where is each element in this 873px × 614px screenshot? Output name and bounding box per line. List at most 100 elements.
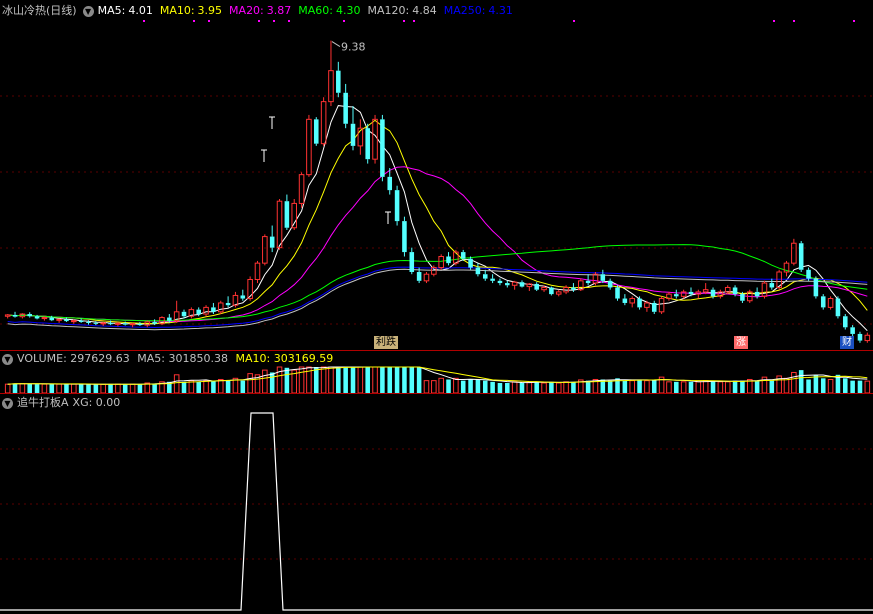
candle [298, 172, 305, 208]
volume-bar [93, 384, 99, 393]
candle [519, 280, 525, 288]
price-legend: 冰山冷热(日线) ▼ MA5: 4.01 MA10: 3.95 MA20: 3.87 MA60:… [0, 3, 524, 19]
ma-legend-value: 4.84 [412, 4, 437, 17]
volume-bar [49, 383, 55, 393]
indicator-panel[interactable]: ▼ 追牛打板A XG: 0.00 [0, 394, 873, 614]
volume-bar [387, 367, 393, 393]
volume-bar [857, 380, 863, 393]
volume-ma5-label: MA5: [137, 352, 166, 365]
volume-bar [864, 380, 871, 393]
volume-bar [680, 381, 687, 393]
volume-bar [651, 379, 657, 393]
candle [254, 260, 261, 284]
volume-panel[interactable]: ▼ VOLUME: 297629.63 MA5: 301850.38 MA10: … [0, 351, 873, 393]
candle [320, 97, 327, 146]
volume-bar [240, 380, 246, 393]
candle [27, 312, 32, 318]
volume-bar [181, 381, 187, 393]
volume-bar [4, 383, 11, 393]
volume-bar [769, 380, 775, 393]
volume-bar [225, 380, 231, 393]
marker-drop[interactable]: 利跌 [374, 336, 398, 349]
candle [761, 280, 768, 299]
volume-bar [380, 367, 385, 393]
chevron-down-icon[interactable]: ▼ [82, 5, 94, 17]
candle [505, 280, 510, 288]
candle [820, 294, 826, 310]
high-price-label: 9.38 [341, 41, 366, 54]
xg-label: XG: [72, 396, 93, 409]
volume-bar [519, 382, 525, 393]
volume-bar [843, 378, 848, 393]
marker-rise[interactable]: 涨 [734, 336, 748, 349]
ma-legend-value: 4.30 [335, 4, 361, 17]
marker-money[interactable]: 财 [840, 336, 854, 349]
candle [629, 296, 635, 308]
indicator-legend: ▼ 追牛打板A XG: 0.00 [0, 395, 124, 411]
signal-dot [343, 20, 345, 22]
volume-bar [78, 384, 84, 393]
volume-bar [108, 384, 113, 393]
volume-bar [41, 383, 48, 393]
volume-bar [211, 380, 216, 393]
price-panel[interactable]: 冰山冷热(日线) ▼ MA5: 4.01 MA10: 3.95 MA20: 3.87 MA60:… [0, 0, 873, 350]
candle [850, 325, 855, 337]
volume-bar [203, 380, 209, 393]
chevron-down-icon[interactable]: ▼ [2, 353, 13, 365]
volume-bar [409, 367, 415, 393]
volume-bar [431, 380, 437, 393]
volume-bar [666, 381, 672, 393]
volume-bar [475, 379, 481, 393]
candle [490, 274, 495, 284]
volume-bar [298, 366, 305, 393]
ma-legend: MA5: 4.01 MA10: 3.95 MA20: 3.87 MA60: 4.30 MA120… [98, 4, 520, 17]
candle [137, 321, 143, 326]
candle [336, 61, 341, 98]
volume-bar [607, 380, 613, 393]
volume-ma10-line [7, 366, 868, 385]
signal-dot [193, 20, 195, 22]
candle [674, 289, 679, 299]
volume-bar [827, 378, 834, 393]
candle [188, 307, 195, 319]
price-chart[interactable]: 9.38 [0, 0, 873, 350]
candle [12, 311, 18, 318]
candle [666, 291, 672, 301]
signal-dot [288, 20, 290, 22]
volume-bar [34, 384, 40, 393]
candle [615, 285, 620, 301]
volume-bar [585, 380, 591, 393]
volume-bar [740, 380, 745, 393]
ma-legend-item: MA60: [298, 4, 333, 17]
candle [225, 296, 231, 308]
indicator-title: 冰山冷热(日线) [2, 4, 77, 17]
volume-bar [313, 367, 319, 393]
volume-bar [416, 367, 422, 393]
volume-ma5-value: 301850.38 [168, 352, 229, 365]
candle [798, 241, 804, 272]
volume-bars [4, 366, 871, 393]
volume-bar [152, 383, 157, 393]
candle [402, 216, 407, 257]
volume-bar [402, 367, 407, 393]
candle [534, 282, 539, 292]
candle [343, 83, 348, 129]
volume-bar [438, 377, 444, 393]
volume-bar [534, 381, 539, 393]
volume-bar [571, 381, 576, 393]
volume-bar [783, 377, 790, 393]
candle [864, 332, 871, 343]
ma-legend-value: 3.87 [266, 4, 292, 17]
volume-bar [732, 380, 738, 393]
volume-bar [850, 380, 855, 393]
signal-dot [258, 20, 260, 22]
candle [783, 260, 790, 277]
chevron-down-icon[interactable]: ▼ [2, 397, 13, 409]
candle [380, 114, 385, 182]
volume-bar [490, 381, 495, 393]
volume-bar [328, 366, 334, 393]
candle [592, 271, 599, 286]
volume-legend: ▼ VOLUME: 297629.63 MA5: 301850.38 MA10: … [0, 351, 337, 367]
indicator-chart[interactable] [0, 394, 873, 614]
volume-bar [820, 378, 826, 393]
